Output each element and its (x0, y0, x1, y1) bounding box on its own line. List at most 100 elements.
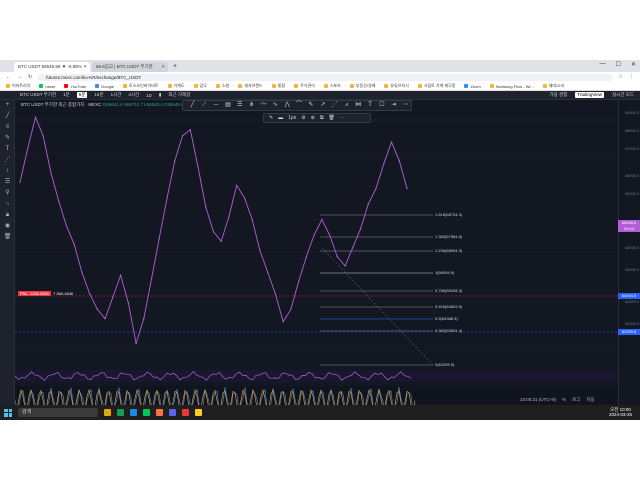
bookmark[interactable]: 유튜브지식 (384, 83, 409, 89)
tradingview-toggle[interactable]: TradingView (575, 92, 605, 98)
close-tab-icon[interactable]: ✕ (83, 64, 87, 70)
brush-tool-icon[interactable]: ✎ (305, 101, 316, 110)
horizontal-line-icon[interactable]: ≡ (0, 122, 15, 133)
pencil-icon[interactable]: ✎ (269, 115, 273, 121)
chrome-icon[interactable] (117, 409, 124, 416)
curve-tool-icon[interactable]: ∿ (270, 101, 281, 110)
more-tool-icon[interactable]: ⋯ (400, 101, 411, 110)
bookmark[interactable]: Samsung Flow - Wi... (489, 84, 534, 89)
magnet-icon[interactable]: ∩ (0, 199, 15, 210)
timeframe-15m[interactable]: 15분 (94, 92, 103, 98)
trash-icon[interactable]: 🗑︎ (0, 232, 15, 243)
bookmark[interactable]: 토스코인바이비트 (123, 83, 159, 89)
price-axis[interactable]: 69000.0 68000.0 67000.0 66000.0 65000.0 … (618, 100, 640, 416)
wave-tool-icon[interactable]: ⩘ (341, 101, 352, 110)
settings-icon[interactable]: ⚙ (301, 115, 305, 121)
file-explorer-icon[interactable] (104, 409, 111, 416)
arc-tool-icon[interactable]: ⌒ (294, 101, 305, 110)
trash-icon[interactable]: 🗑︎ (329, 115, 335, 121)
hline-tool-icon[interactable]: ─ (211, 101, 222, 110)
line-tool-icon[interactable]: ╱ (187, 101, 198, 110)
log-toggle[interactable]: 로그 (572, 397, 580, 403)
pnl-badge[interactable]: PNL: 1256.0960 (18, 291, 51, 296)
pitchfork-tool-icon[interactable]: ⋔ (246, 101, 257, 110)
copy-icon[interactable]: ⧉ (320, 115, 324, 121)
text-tool-icon[interactable]: T (365, 101, 376, 110)
ray-tool-icon[interactable]: ⟋ (199, 101, 210, 110)
forward-icon[interactable]: → (17, 74, 22, 80)
app-icon[interactable] (182, 409, 189, 416)
close-window-icon[interactable]: ✕ (631, 61, 636, 68)
bookmark[interactable]: 주식관리 (294, 83, 315, 89)
bookmark[interactable]: 소창 (215, 83, 229, 89)
lock-icon[interactable]: 🔒︎ (0, 210, 15, 221)
available-label[interactable]: 가용 경험 (549, 92, 567, 98)
arrow-tool-icon[interactable]: ↗ (317, 101, 328, 110)
minimize-icon[interactable]: — (600, 61, 606, 68)
bookmark[interactable]: 재미/소리 (542, 83, 565, 89)
color-icon[interactable]: ▬ (278, 115, 283, 121)
range-tool-icon[interactable]: ⇥ (388, 101, 399, 110)
price-chart[interactable] (15, 100, 618, 416)
zigzag-tool-icon[interactable]: 〰 (258, 101, 269, 110)
bookmark[interactable]: naver (39, 84, 55, 89)
percent-toggle[interactable]: % (562, 397, 566, 403)
pattern-tool-icon[interactable]: ⋀ (282, 101, 293, 110)
reload-icon[interactable]: ↻ (28, 74, 32, 80)
url-input[interactable]: futures.mexc.com/ko-KR/exchange/BTC_USDT (38, 73, 613, 81)
timeframe-4h[interactable]: 4시간 (128, 92, 139, 98)
more-icon[interactable]: ⋯ (340, 115, 345, 121)
bookmark[interactable]: 세자브랜드 (238, 83, 263, 89)
browser-tab[interactable]: 66.6입고 | BTC USDT 무기한 ✕ (92, 62, 168, 72)
realtime-mode[interactable]: 실시간 모드 (612, 92, 634, 98)
timeframe-1m[interactable]: 1분 (63, 92, 70, 98)
fib-icon[interactable]: ☰ (0, 177, 15, 188)
trend-line-icon[interactable]: ╱ (0, 111, 15, 122)
indicators-button[interactable]: 최근 거래량 (168, 92, 190, 98)
start-icon[interactable] (4, 408, 12, 417)
new-tab-icon[interactable]: + (173, 62, 177, 72)
bookmark[interactable]: 스포츠 (323, 83, 341, 89)
lock-icon[interactable]: ⊕ (311, 115, 315, 121)
polyline-tool-icon[interactable]: ⋰ (329, 101, 340, 110)
crosshair-icon[interactable]: + (0, 100, 15, 111)
symbol-header[interactable]: BTC USDT 무기한 (20, 92, 56, 98)
bookmark[interactable]: 부동산/경제 (349, 83, 375, 89)
close-tab-icon[interactable]: ✕ (161, 64, 165, 70)
zoom-icon[interactable]: ⚲ (0, 188, 15, 199)
star-icon[interactable]: ☆ (619, 74, 623, 80)
app-icon[interactable] (195, 409, 202, 416)
taskbar-search[interactable]: 검색 (18, 408, 98, 417)
app-icon[interactable] (156, 409, 163, 416)
fib-tool-icon[interactable]: ☰ (234, 101, 245, 110)
bookmark[interactable]: 크립토 가계 재무용 (417, 83, 455, 89)
taskbar-clock[interactable]: 오전 10:00 2024-03-25 (609, 407, 632, 417)
bookmark[interactable]: YouTube (64, 84, 86, 89)
bookmark[interactable]: 통합 (271, 83, 285, 89)
line-width[interactable]: 1px (288, 115, 296, 121)
edge-icon[interactable] (130, 409, 137, 416)
bookmark[interactable]: Google (95, 84, 114, 89)
app-icon[interactable] (143, 409, 150, 416)
browser-tab-active[interactable]: BTC USDT 66545.59 ▼ -0.89% ✕ (14, 62, 90, 72)
menu-icon[interactable]: ⋮ (629, 74, 634, 80)
bookmark[interactable]: 이마트리악 (6, 83, 30, 89)
measure-icon[interactable]: ↕ (0, 166, 15, 177)
back-icon[interactable]: ← (6, 74, 11, 80)
path-tool-icon[interactable]: ⋈ (353, 101, 364, 110)
bookmark[interactable]: 업무 (193, 83, 207, 89)
timeframe-1h[interactable]: 1시간 (111, 92, 122, 98)
channel-tool-icon[interactable]: ▤ (223, 101, 234, 110)
brush-icon[interactable]: ✎ (0, 133, 15, 144)
candle-type-icon[interactable]: ▮ (159, 92, 161, 98)
callout-tool-icon[interactable]: ☐ (377, 101, 388, 110)
timeframe-1d[interactable]: 1D (146, 93, 152, 98)
text-icon[interactable]: T (0, 144, 15, 155)
bookmark[interactable]: 가계도 (167, 83, 185, 89)
discord-icon[interactable] (169, 409, 176, 416)
eye-icon[interactable]: ◉ (0, 221, 15, 232)
auto-toggle[interactable]: 자동 (586, 397, 594, 403)
timeframe-5m[interactable]: 5분 (76, 92, 88, 98)
chart-area[interactable]: BTC USDT 무기한 최근 종합가치 · MEXC O66641.4 H66… (15, 100, 618, 416)
maximize-icon[interactable]: ☐ (616, 61, 621, 68)
